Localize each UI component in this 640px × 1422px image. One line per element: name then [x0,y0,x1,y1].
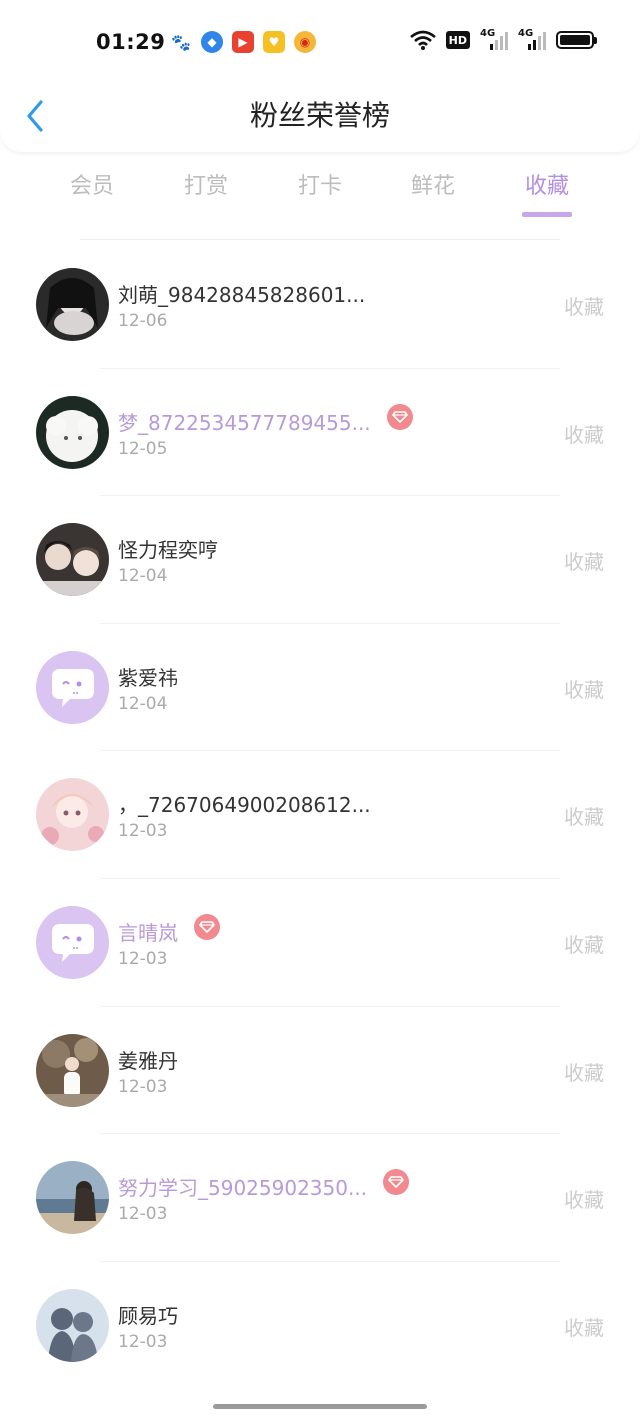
signal-icon-2: 4G [518,28,546,50]
page-title: 粉丝荣誉榜 [249,99,390,132]
home-indicator[interactable] [213,1404,427,1409]
action-label: 收藏 [564,422,604,447]
avatar[interactable] [36,395,109,469]
fan-row[interactable]: 梦_8722534577789455... 12-05 收藏 [0,369,640,497]
avatar[interactable] [36,523,109,597]
fan-name: 言晴岚 [118,920,178,945]
fan-row[interactable]: ，_7267064900208612... 12-03 收藏 [0,751,640,879]
divider [80,239,560,240]
action-label: 收藏 [564,932,604,957]
wifi-icon [409,30,436,50]
coupon-icon: ♥ [263,31,285,53]
weibo-icon: ◉ [294,31,316,53]
fan-date: 12-04 [118,693,168,714]
status-bar: 01:29 🐾 ◆ ▶ ♥ ◉ HD 4G 4G [0,0,640,86]
fan-date: 12-03 [118,821,168,842]
tab-tip[interactable]: 打赏 [166,172,246,202]
avatar[interactable] [36,1161,109,1235]
tab-member[interactable]: 会员 [52,172,132,202]
avatar[interactable] [36,778,109,852]
fan-date: 12-03 [118,1331,168,1352]
action-label: 收藏 [564,805,604,830]
fan-name: 顾易巧 [118,1303,178,1328]
baidu-icon: 🐾 [170,31,192,53]
avatar[interactable] [36,905,109,979]
fan-date: 12-04 [118,566,168,587]
vip-diamond-icon [194,913,220,940]
action-label: 收藏 [564,295,604,319]
system-icons: HD 4G 4G [409,28,597,50]
fan-row[interactable]: 怪力程奕哼 12-04 收藏 [0,496,640,624]
fan-date: 12-03 [118,1076,168,1097]
notification-icons: 🐾 ◆ ▶ ♥ ◉ [170,31,316,53]
fan-row[interactable]: 紫爱祎 12-04 收藏 [0,624,640,752]
fan-date: 12-05 [118,438,168,459]
fan-name: 梦_8722534577789455... [118,410,371,435]
fan-row[interactable]: 努力学习_59025902350... 12-03 收藏 [0,1134,640,1262]
avatar[interactable] [36,1033,109,1107]
browser-icon: ◆ [201,31,223,53]
vip-diamond-icon [387,403,413,430]
fan-date: 12-06 [118,311,168,331]
fan-row[interactable]: 顾易巧 12-03 收藏 [0,1262,640,1390]
fan-name: 努力学习_59025902350... [118,1176,368,1201]
avatar[interactable] [36,650,109,724]
fan-date: 12-03 [118,948,168,969]
fan-row[interactable]: 刘萌_98428845828601... 12-06 收藏 [0,241,640,369]
fan-name: 紫爱祎 [118,665,178,690]
fan-name: 刘萌_98428845828601... [118,283,366,307]
signal-icon: 4G [480,28,508,50]
tab-favorites[interactable]: 收藏 [507,172,587,202]
fan-name: 怪力程奕哼 [118,538,218,563]
tab-flowers[interactable]: 鲜花 [393,172,473,202]
fan-row[interactable]: 言晴岚 12-03 收藏 [0,879,640,1007]
tab-bar: 会员 打赏 打卡 鲜花 收藏 [0,166,640,226]
action-label: 收藏 [564,1188,604,1213]
fan-name: 姜雅丹 [118,1048,178,1073]
action-label: 收藏 [564,677,604,702]
fan-name: ，_7267064900208612... [118,793,371,818]
status-time: 01:29 [96,30,166,54]
avatar[interactable] [36,1288,109,1362]
tab-checkin[interactable]: 打卡 [280,172,360,202]
battery-icon [556,31,597,49]
fan-list: 刘萌_98428845828601... 12-06 收藏 梦_87225345777… [0,241,640,1389]
action-label: 收藏 [564,550,604,575]
tab-active-indicator [522,212,572,217]
video-play-icon: ▶ [232,31,254,53]
vip-diamond-icon [383,1169,409,1196]
avatar[interactable] [36,268,109,341]
hd-icon: HD [445,31,470,49]
action-label: 收藏 [564,1060,604,1085]
fan-row[interactable]: 姜雅丹 12-03 收藏 [0,1007,640,1135]
fan-date: 12-03 [118,1204,168,1225]
action-label: 收藏 [564,1315,604,1340]
